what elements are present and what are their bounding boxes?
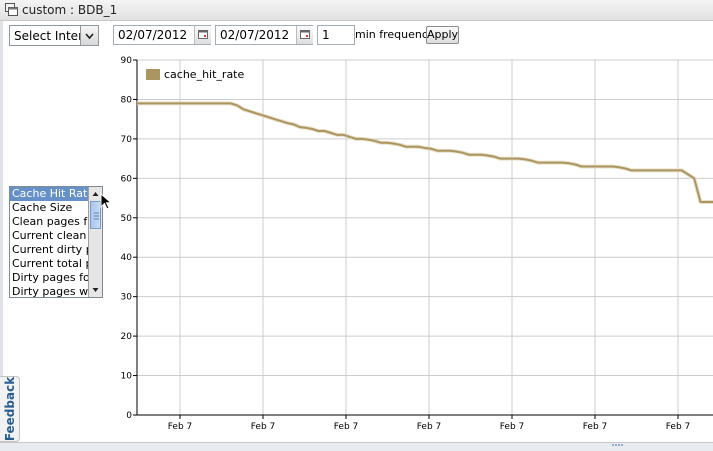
legend-label: cache_hit_rate bbox=[164, 68, 244, 81]
y-tick-label: 0 bbox=[126, 411, 132, 421]
y-tick-label: 50 bbox=[121, 214, 133, 224]
feedback-tab[interactable]: Feedback bbox=[0, 376, 20, 442]
y-tick-label: 70 bbox=[121, 135, 133, 145]
legend-swatch bbox=[146, 69, 160, 80]
x-tick-label: Feb 7 bbox=[583, 422, 608, 432]
x-tick-label: Feb 7 bbox=[168, 422, 193, 432]
y-tick-label: 30 bbox=[121, 293, 133, 303]
feedback-label: Feedback bbox=[2, 376, 17, 442]
y-tick-label: 40 bbox=[121, 253, 133, 263]
x-tick-label: Feb 7 bbox=[666, 422, 691, 432]
x-tick-label: Feb 7 bbox=[334, 422, 359, 432]
x-tick-label: Feb 7 bbox=[251, 422, 276, 432]
y-tick-label: 90 bbox=[121, 56, 133, 66]
resize-grip-icon bbox=[612, 444, 623, 446]
y-tick-label: 80 bbox=[121, 95, 133, 105]
y-tick-label: 60 bbox=[121, 174, 133, 184]
series-line-cache_hit_rate bbox=[137, 102, 713, 203]
cache-hit-rate-chart: 0 10 20 30 40 50 60 70 80 90 Feb 7 Feb 7 Feb 7 Feb 7 F… bbox=[121, 56, 713, 432]
y-tick-label: 20 bbox=[121, 332, 133, 342]
x-tick-label: Feb 7 bbox=[417, 422, 442, 432]
y-tick-label: 10 bbox=[121, 372, 133, 382]
mouse-cursor-icon bbox=[100, 193, 113, 210]
series-line-glow bbox=[137, 101, 713, 204]
x-tick-label: Feb 7 bbox=[500, 422, 525, 432]
